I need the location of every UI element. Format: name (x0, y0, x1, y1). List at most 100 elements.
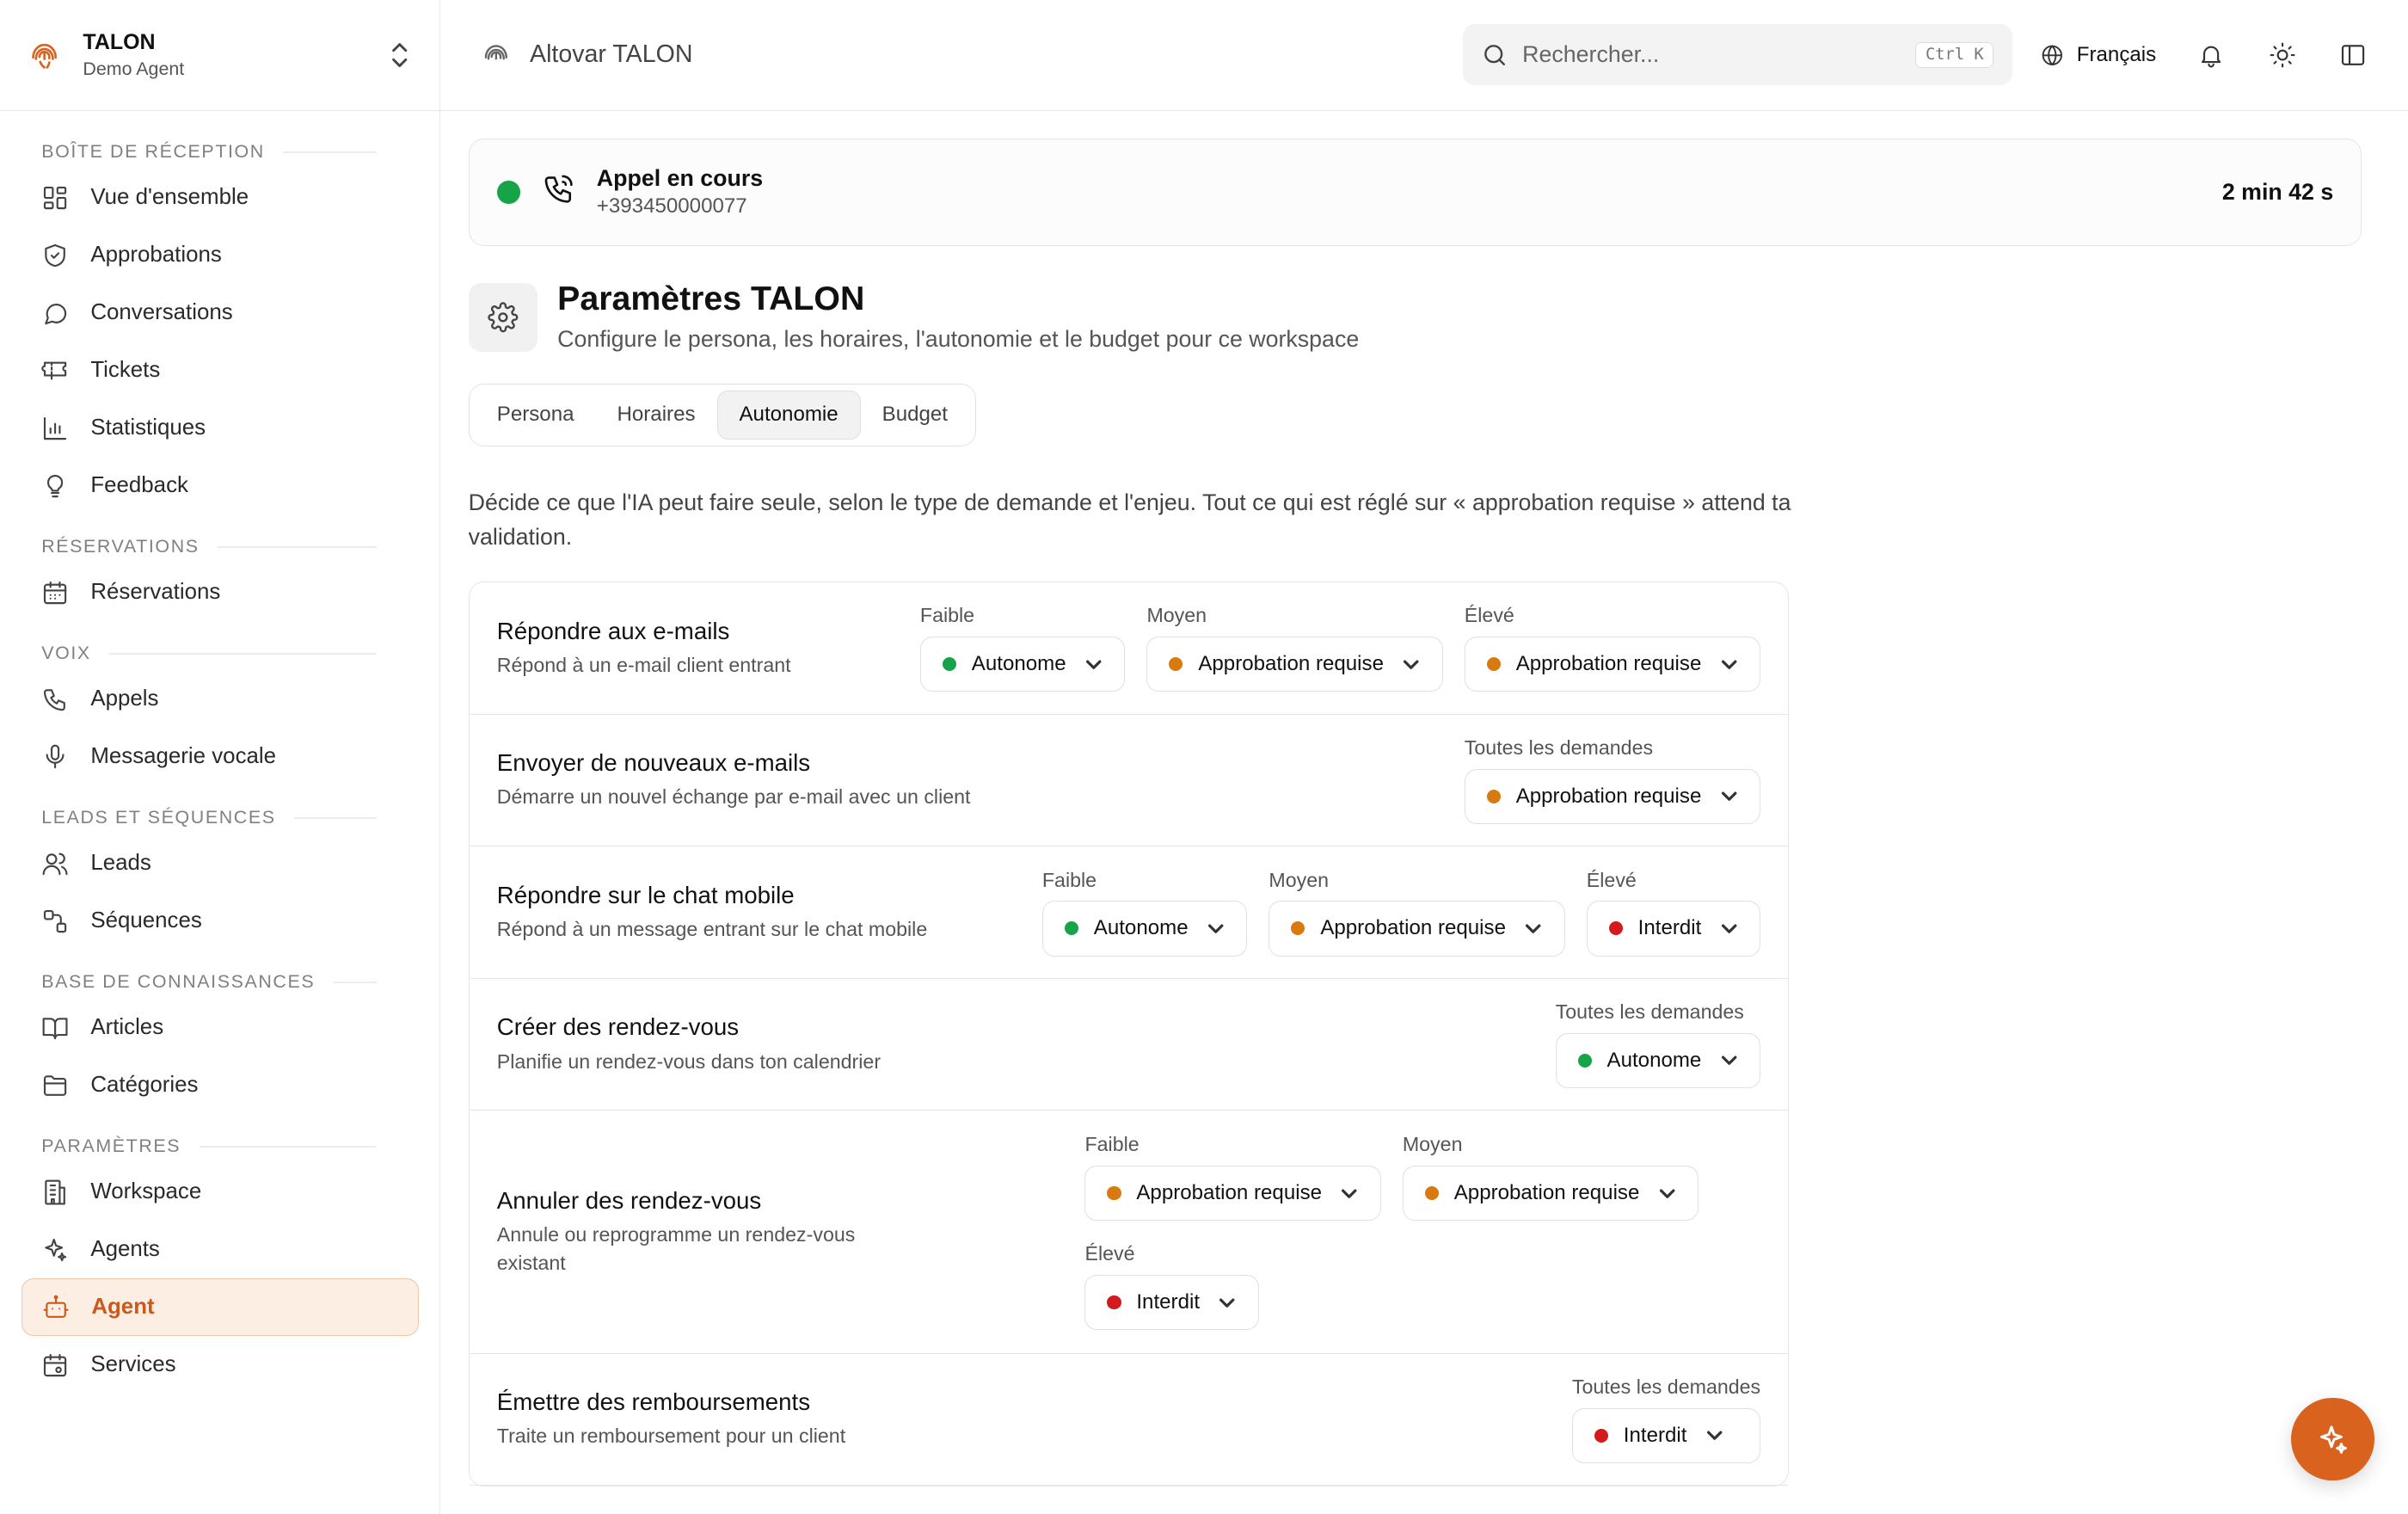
topbar-title: Altovar TALON (481, 40, 692, 71)
ai-assistant-button[interactable] (2291, 1397, 2374, 1481)
rule-name: Créer des rendez-vous (496, 1013, 740, 1041)
autonomy-select[interactable]: Autonome (1041, 901, 1248, 957)
gear-icon (488, 302, 519, 333)
rule-levels: Toutes les demandes Autonome (1534, 1000, 1761, 1089)
sidebar-item-appels[interactable]: Appels (22, 670, 419, 728)
autonomy-select-value: Approbation requise (1515, 784, 1702, 808)
status-dot (942, 657, 956, 672)
sidebar-item-feedback[interactable]: Feedback (22, 457, 419, 514)
nav-section-title: Boîte de réception (41, 141, 265, 163)
autonomy-select[interactable]: Approbation requise (1402, 1166, 1699, 1222)
risk-level: Faible Autonome (1041, 868, 1248, 957)
section-divider (283, 151, 378, 153)
theme-toggle-button[interactable] (2267, 40, 2298, 71)
autonomy-select[interactable]: Interdit (1586, 901, 1761, 957)
sidebar-item-label: Feedback (90, 473, 188, 498)
autonomy-select[interactable]: Approbation requise (1146, 637, 1443, 692)
search-icon (1484, 44, 1505, 65)
autonomy-select[interactable]: Interdit (1571, 1407, 1761, 1463)
nav-section: Paramètres Workspace Agents Agent Services (0, 1129, 439, 1394)
search-input[interactable] (1522, 41, 1916, 69)
folder-icon (41, 1072, 69, 1099)
toggle-panel-button[interactable] (2337, 40, 2368, 71)
chevron-down-icon (1526, 924, 1541, 933)
sidebar-item-conversations[interactable]: Conversations (22, 284, 419, 342)
notifications-button[interactable] (2196, 40, 2227, 71)
microphone-icon (41, 743, 69, 771)
autonomy-select-value: Autonome (971, 652, 1066, 676)
bell-icon (2202, 46, 2221, 68)
phone-icon (41, 686, 69, 713)
sidebar-item-catégories[interactable]: Catégories (22, 1056, 419, 1114)
nav-section-title: Voix (41, 643, 91, 664)
status-dot (1577, 1053, 1592, 1068)
sidebar-item-agent[interactable]: Agent (21, 1278, 419, 1337)
building-icon (41, 1179, 69, 1206)
sidebar-item-label: Services (90, 1352, 176, 1377)
nav-section-header: Boîte de réception (0, 135, 439, 169)
sidebar-item-leads[interactable]: Leads (22, 834, 419, 892)
users-icon (41, 850, 69, 877)
autonomy-select[interactable]: Approbation requise (1464, 768, 1761, 824)
sidebar-item-statistiques[interactable]: Statistiques (22, 399, 419, 457)
autonomy-select[interactable]: Autonome (1555, 1032, 1761, 1089)
sidebar-item-label: Workspace (90, 1179, 202, 1204)
sidebar-item-label: Articles (90, 1015, 164, 1040)
sidebar-item-services[interactable]: Services (22, 1336, 419, 1394)
sidebar-item-réservations[interactable]: Réservations (22, 563, 419, 621)
risk-level-label: Faible (1041, 868, 1097, 891)
autonomy-select[interactable]: Approbation requise (1268, 901, 1565, 957)
tab-horaires[interactable]: Horaires (595, 391, 716, 440)
status-dot (1064, 921, 1078, 936)
sidebar-item-workspace[interactable]: Workspace (22, 1163, 419, 1221)
rule-levels: Faible Autonome Moyen Approbation requise Él… (1021, 868, 1761, 957)
sidebar-item-approbations[interactable]: Approbations (22, 226, 419, 284)
sidebar-item-messagerie-vocale[interactable]: Messagerie vocale (22, 728, 419, 785)
sidebar-panel-icon (2341, 44, 2364, 65)
autonomy-select[interactable]: Approbation requise (1084, 1166, 1381, 1222)
risk-level-label: Faible (1084, 1133, 1140, 1156)
autonomy-select[interactable]: Approbation requise (1464, 637, 1761, 692)
rule-description: Répond à un message entrant sur le chat … (496, 918, 928, 941)
nav-section-title: Paramètres (41, 1136, 181, 1157)
sidebar-item-séquences[interactable]: Séquences (22, 892, 419, 950)
risk-level-label: Toutes les demandes (1464, 735, 1654, 759)
sidebar-item-agents[interactable]: Agents (22, 1221, 419, 1278)
brand-title: TALON (83, 30, 156, 54)
status-dot (1107, 1296, 1121, 1310)
active-call-banner[interactable]: Appel en cours +393450000077 2 min 42 s (468, 138, 2362, 246)
risk-level: Toutes les demandes Interdit (1571, 1376, 1761, 1463)
globe-icon (2042, 44, 2062, 65)
sidebar-item-articles[interactable]: Articles (22, 999, 419, 1056)
nav-section: Réservations Réservations (0, 530, 439, 621)
call-number: +393450000077 (596, 194, 747, 218)
search-bar[interactable]: Ctrl K (1462, 24, 2012, 86)
shield-check-icon (41, 242, 69, 269)
main-area: Altovar TALON Ctrl K Français (440, 0, 2408, 1514)
tab-budget[interactable]: Budget (861, 391, 969, 440)
autonomy-select[interactable]: Interdit (1084, 1275, 1259, 1331)
workspace-switcher[interactable]: TALON Demo Agent (0, 0, 440, 111)
rule-info: Créer des rendez-vous Planifie un rendez-… (497, 1013, 881, 1074)
sparkles-icon (2319, 1425, 2347, 1454)
tab-autonomie[interactable]: Autonomie (716, 390, 861, 440)
chevron-down-icon (1721, 924, 1737, 933)
sidebar-item-tickets[interactable]: Tickets (22, 342, 419, 399)
chevron-down-icon (1721, 1055, 1737, 1066)
autonomy-rule-row: Répondre sur le chat mobile Répond à un m… (469, 846, 1789, 979)
rule-levels: Faible Autonome Moyen Approbation requise Él… (899, 604, 1761, 692)
autonomy-rule-row: Répondre aux e-mails Répond à un e-mail c… (469, 582, 1789, 715)
autonomy-select-value: Approbation requise (1198, 652, 1384, 676)
sidebar-item-label: Tickets (90, 358, 161, 383)
nav-section-header: Base de connaissances (0, 965, 439, 999)
chat-bubble-icon (41, 299, 69, 327)
chevron-down-icon (1404, 660, 1419, 669)
brand-subtitle: Demo Agent (83, 58, 185, 79)
tab-persona[interactable]: Persona (476, 391, 596, 440)
sidebar-item-vue-d-ensemble[interactable]: Vue d'ensemble (22, 169, 419, 226)
rule-description: Démarre un nouvel échange par e-mail ave… (496, 785, 971, 809)
autonomy-select[interactable]: Autonome (919, 637, 1126, 692)
rule-description: Traite un remboursement pour un client (496, 1425, 846, 1448)
language-selector[interactable]: Français (2040, 43, 2156, 68)
page-subtitle: Configure le persona, les horaires, l'au… (557, 325, 1360, 352)
